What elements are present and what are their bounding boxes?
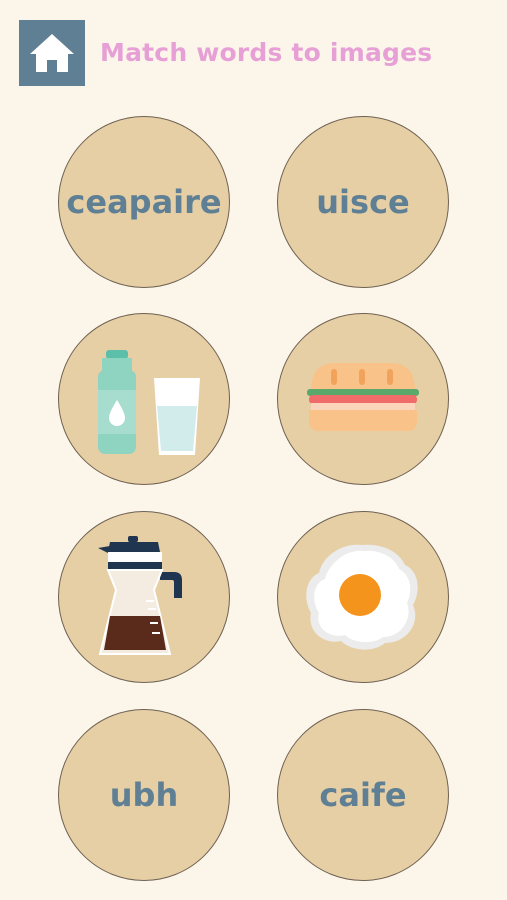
card-word: ceapaire [66,183,222,221]
water-bottle-and-glass-icon [98,350,200,455]
card-word: caife [319,776,407,814]
home-button[interactable] [19,20,85,86]
image-card-water[interactable] [58,313,230,485]
word-card-ceapaire[interactable]: ceapaire [58,116,230,288]
word-card-ubh[interactable]: ubh [58,709,230,881]
card-word: ubh [109,776,179,814]
home-icon [30,34,74,72]
coffee-pot-icon [98,536,182,655]
word-card-uisce[interactable]: uisce [277,116,449,288]
image-card-coffee[interactable] [58,511,230,683]
fried-egg-icon [306,544,418,650]
image-card-egg[interactable] [277,511,449,683]
card-word: uisce [316,183,410,221]
word-card-caife[interactable]: caife [277,709,449,881]
page-title: Match words to images [100,38,433,67]
image-card-sandwich[interactable] [277,313,449,485]
sandwich-icon [307,363,419,431]
